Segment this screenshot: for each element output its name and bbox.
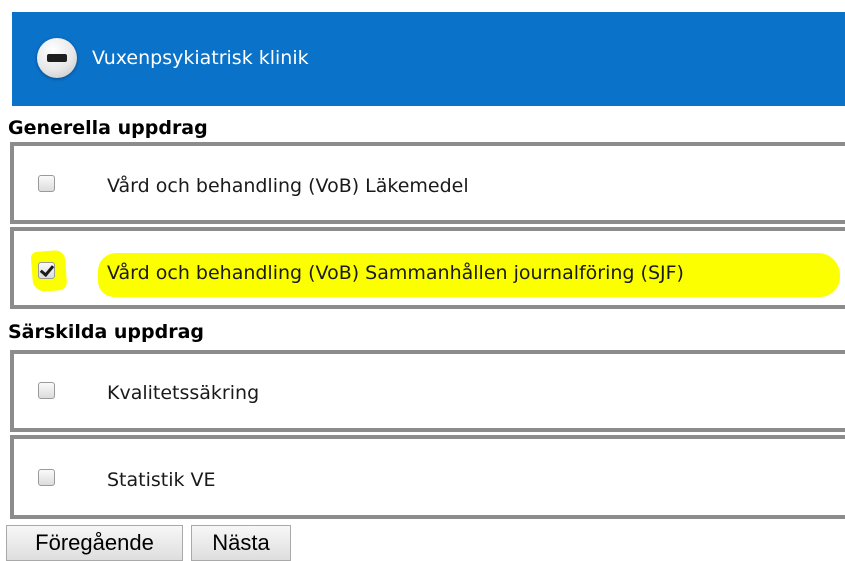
previous-button[interactable]: Föregående	[6, 525, 183, 561]
minus-bar	[47, 54, 67, 62]
option-checkbox-checked[interactable]	[38, 262, 55, 279]
option-row[interactable]: Vård och behandling (VoB) Läkemedel	[10, 142, 845, 224]
option-label: Vård och behandling (VoB) Läkemedel	[107, 175, 469, 197]
option-label: Vård och behandling (VoB) Sammanhållen j…	[107, 262, 684, 284]
option-checkbox[interactable]	[38, 382, 55, 399]
option-row-selected[interactable]: Vård och behandling (VoB) Sammanhållen j…	[10, 227, 845, 309]
option-row[interactable]: Kvalitetssäkring	[10, 350, 845, 432]
option-checkbox[interactable]	[38, 175, 55, 192]
minus-circle-icon[interactable]	[37, 38, 77, 78]
option-row[interactable]: Statistik VE	[10, 435, 845, 519]
option-label: Kvalitetssäkring	[107, 382, 260, 404]
option-label: Statistik VE	[107, 469, 216, 491]
next-button[interactable]: Nästa	[191, 525, 291, 561]
page: Vuxenpsykiatrisk klinik Generella uppdra…	[0, 0, 845, 561]
section-heading-general: Generella uppdrag	[8, 117, 208, 139]
option-checkbox[interactable]	[38, 469, 55, 486]
section-heading-special: Särskilda uppdrag	[8, 321, 205, 343]
clinic-header[interactable]: Vuxenpsykiatrisk klinik	[12, 12, 845, 106]
clinic-title: Vuxenpsykiatrisk klinik	[92, 47, 309, 69]
